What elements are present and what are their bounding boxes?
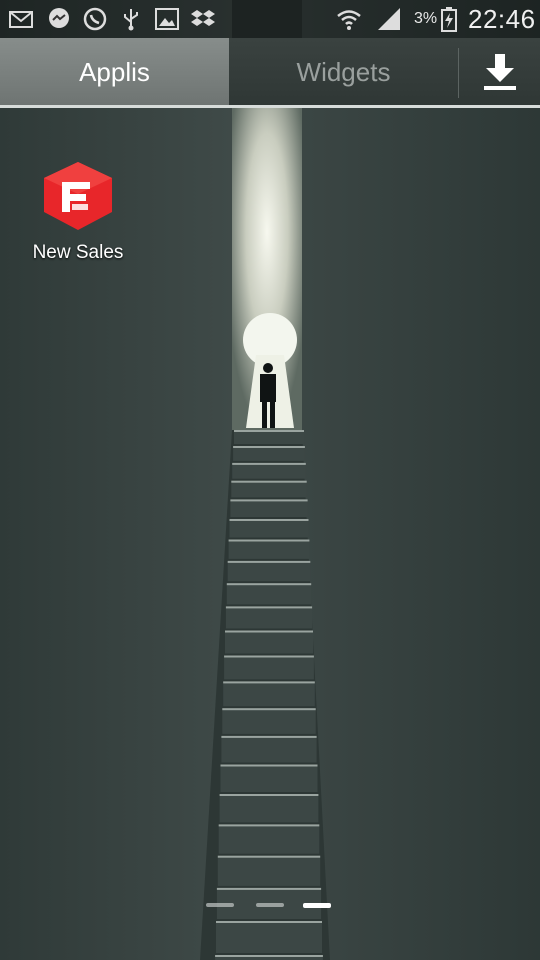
- stair-edge: [216, 887, 322, 890]
- stair-edge: [218, 824, 320, 827]
- status-clock: 22:46: [468, 4, 536, 34]
- stair-edge: [234, 430, 304, 432]
- gallery-icon: [155, 8, 179, 30]
- new-sales-app-icon: [44, 162, 112, 230]
- stair-edge: [225, 606, 313, 609]
- page-dot[interactable]: [206, 903, 234, 907]
- stair-edge: [216, 921, 322, 923]
- stair-step: [231, 480, 307, 498]
- stair-step: [230, 499, 308, 517]
- page-indicator: [206, 903, 336, 909]
- app-new-sales[interactable]: New Sales: [20, 160, 136, 270]
- stair-step: [218, 824, 320, 854]
- stair-edge: [232, 462, 306, 465]
- stair-edge: [221, 735, 317, 738]
- stair-edge: [227, 560, 311, 563]
- stair-edge: [219, 794, 319, 796]
- page-dot[interactable]: [256, 903, 284, 907]
- app-label: New Sales: [32, 242, 124, 263]
- stair-step: [224, 655, 314, 680]
- stair-edge: [230, 499, 308, 502]
- stair-step: [229, 519, 309, 538]
- stair-edge: [215, 955, 323, 957]
- stair-step: [222, 708, 316, 734]
- stair-step: [220, 764, 318, 792]
- stair-step: [221, 735, 317, 763]
- status-bar: 3% 22:46: [0, 0, 540, 38]
- stair-step: [228, 539, 310, 559]
- signal-icon: [378, 8, 400, 30]
- stair-step: [225, 630, 313, 654]
- wifi-icon: [337, 10, 361, 30]
- stair-step: [227, 560, 311, 582]
- messenger-icon: [49, 8, 69, 28]
- dropbox-icon: [191, 10, 215, 26]
- stair-step: [217, 855, 321, 886]
- stair-step: [226, 583, 312, 605]
- stair-step: [219, 794, 319, 823]
- stair-edge: [225, 630, 313, 633]
- stair-edge: [224, 655, 314, 658]
- usb-icon: [124, 9, 138, 31]
- stair-step: [233, 446, 305, 461]
- stair-edge: [223, 681, 315, 684]
- stair-edge: [228, 539, 310, 542]
- tab-underline: [0, 105, 540, 108]
- stair-edge: [229, 519, 309, 521]
- stair-step: [232, 462, 306, 479]
- download-icon: [483, 54, 516, 90]
- app-drawer-tab-bar: Applis Widgets: [0, 38, 540, 106]
- stair-step: [223, 681, 315, 707]
- stair-edge: [217, 855, 321, 858]
- wallpaper-image: [0, 0, 540, 960]
- mail-icon: [9, 11, 33, 28]
- whatsapp-icon: [83, 7, 107, 31]
- tab-widgets[interactable]: Widgets: [229, 38, 458, 106]
- stair-edge: [233, 446, 305, 448]
- tab-applis[interactable]: Applis: [0, 38, 229, 106]
- page-dot-active[interactable]: [303, 903, 331, 908]
- stair-edge: [220, 764, 318, 767]
- battery-percent: 3%: [414, 10, 438, 27]
- stair-step: [216, 921, 322, 953]
- stair-edge: [222, 708, 316, 711]
- downloaded-apps-button[interactable]: [459, 38, 540, 106]
- stair-step: [225, 606, 313, 629]
- stair-edge: [226, 583, 312, 586]
- stair-step: [234, 430, 304, 444]
- battery-icon: [441, 7, 457, 32]
- stair-edge: [231, 480, 307, 483]
